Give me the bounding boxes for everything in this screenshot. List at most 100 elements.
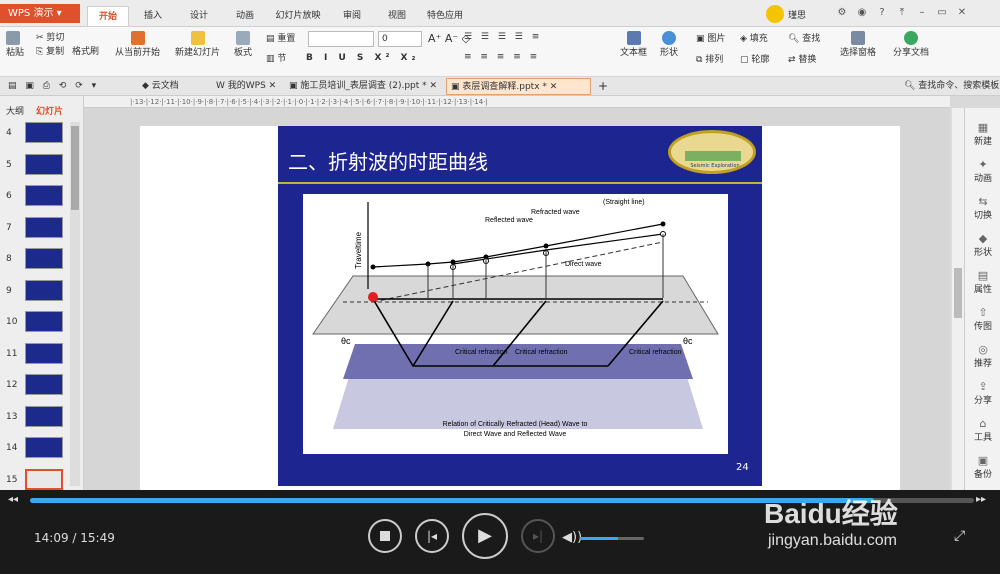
slide-thumbnail[interactable] bbox=[25, 122, 63, 143]
skin-icon[interactable]: ◉ bbox=[852, 7, 872, 18]
tab-slideshow[interactable]: 幻灯片放映 bbox=[270, 6, 326, 26]
outline-button[interactable]: ▢ 轮廓 bbox=[740, 52, 769, 65]
task-pane-item[interactable]: ◎ 推荐 bbox=[965, 343, 1000, 370]
shape-icon bbox=[662, 31, 676, 45]
slide-thumbnail[interactable] bbox=[25, 374, 63, 395]
tab-review[interactable]: 审阅 bbox=[333, 6, 371, 26]
arrange-button[interactable]: ⧉ 排列 bbox=[696, 52, 723, 65]
user-name[interactable]: 瑾思 bbox=[788, 8, 806, 21]
tab-slides[interactable]: 幻灯片 bbox=[36, 104, 63, 117]
slideshow-icon bbox=[130, 31, 145, 45]
fill-label: 填充 bbox=[749, 34, 768, 44]
font-style-buttons[interactable]: B I U S X² X₂ bbox=[306, 53, 419, 63]
replace-button[interactable]: ⇄ 替换 bbox=[788, 52, 816, 65]
doc-tab-training[interactable]: ▣ 施工员培训_表层调查 (2).ppt * ✕ bbox=[285, 78, 441, 95]
task-pane-icon: ▣ bbox=[977, 454, 989, 467]
doc-tab-cloud[interactable]: ◆ 云文档 bbox=[138, 78, 183, 95]
paragraph-buttons[interactable]: ☰ ☰ ☰ ☰ ≡ bbox=[464, 32, 542, 42]
reset-button[interactable]: ▤ 重置 bbox=[266, 31, 295, 44]
thumb-scrollbar[interactable] bbox=[70, 122, 80, 486]
picture-button[interactable]: ▣ 图片 bbox=[696, 31, 725, 44]
canvas-vertical-scrollbar[interactable] bbox=[951, 108, 964, 490]
share-doc-button[interactable]: 分享文档 bbox=[893, 31, 929, 58]
mascot-icon[interactable] bbox=[766, 5, 784, 23]
task-pane-icon: ◎ bbox=[978, 343, 988, 356]
task-pane-item[interactable]: ⌂ 工具 bbox=[965, 418, 1000, 444]
select-pane-label: 选择窗格 bbox=[840, 48, 877, 58]
font-size-select[interactable]: 0 bbox=[378, 31, 422, 47]
refraction-figure[interactable]: Traveltime Reflected wave Refracted wave… bbox=[303, 194, 728, 454]
from-current-button[interactable]: 从当前开始 bbox=[115, 31, 160, 58]
task-pane-item[interactable]: ▤ 属性 bbox=[965, 270, 1000, 296]
stop-button[interactable] bbox=[368, 519, 402, 553]
task-pane-item[interactable]: ▦ 新建 bbox=[965, 121, 1000, 148]
slide-thumbnail[interactable] bbox=[25, 311, 63, 332]
fill-button[interactable]: ◈ 填充 bbox=[740, 31, 768, 44]
help-icon[interactable]: ? bbox=[872, 7, 892, 18]
tab-view[interactable]: 视图 bbox=[378, 6, 416, 26]
slide-thumbnail[interactable] bbox=[25, 437, 63, 458]
tab-animation[interactable]: 动画 bbox=[226, 6, 264, 26]
tab-outline[interactable]: 大纲 bbox=[6, 104, 24, 117]
slide-thumbnail[interactable] bbox=[25, 153, 63, 175]
new-tab-button[interactable]: + bbox=[594, 78, 612, 95]
canvas-scroll-handle[interactable] bbox=[954, 268, 962, 318]
tab-start[interactable]: 开始 bbox=[87, 6, 129, 26]
doc-tab-mywps[interactable]: W 我的WPS ✕ bbox=[212, 78, 280, 95]
task-pane-item[interactable]: ⇧ 传图 bbox=[965, 307, 1000, 333]
doc-tab-active[interactable]: ▣ 表层调查解释.pptx * ✕ bbox=[446, 78, 591, 95]
slide-thumbnail[interactable] bbox=[25, 216, 63, 238]
slide-thumbnail[interactable] bbox=[25, 468, 63, 490]
search-command[interactable]: 🔍︎ 查找命令、搜索模板 bbox=[900, 78, 1000, 95]
task-pane-item[interactable]: ⇪ 分享 bbox=[965, 381, 1000, 407]
slide-title[interactable]: 二、折射波的时距曲线 bbox=[288, 146, 488, 175]
copy-button[interactable]: ⎘ 复制 bbox=[36, 44, 64, 57]
figure-caption-2: Direct Wave and Reflected Wave bbox=[464, 431, 567, 438]
maximize-icon[interactable]: ▭ bbox=[932, 7, 952, 18]
align-buttons[interactable]: ≡ ≡ ≡ ≡ ≡ bbox=[464, 52, 540, 62]
slide-thumbnail[interactable] bbox=[25, 248, 63, 269]
font-name-select[interactable] bbox=[308, 31, 374, 47]
tab-insert[interactable]: 插入 bbox=[134, 6, 172, 26]
play-button[interactable]: ▶ bbox=[462, 513, 508, 559]
slide-thumbnail-number: 10 bbox=[6, 317, 18, 327]
slide-thumbnail[interactable] bbox=[25, 342, 63, 364]
new-slide-button[interactable]: 新建幻灯片 bbox=[175, 31, 220, 58]
slide-thumbnail[interactable] bbox=[25, 279, 63, 301]
task-pane-item[interactable]: ▣ 备份 bbox=[965, 454, 1000, 481]
section-button[interactable]: ▥ 节 bbox=[266, 51, 286, 64]
select-pane-icon bbox=[851, 31, 865, 45]
layout-button[interactable]: 板式 bbox=[234, 31, 252, 58]
slide-thumbnail[interactable] bbox=[25, 185, 63, 206]
minimize-icon[interactable]: – bbox=[912, 7, 932, 18]
task-pane-label: 动画 bbox=[973, 174, 992, 184]
task-pane-label: 推荐 bbox=[973, 359, 992, 369]
close-icon[interactable]: ✕ bbox=[952, 7, 972, 18]
shape-button[interactable]: 形状 bbox=[660, 31, 678, 58]
task-pane-item[interactable]: ✦ 动画 bbox=[965, 159, 1000, 185]
previous-button[interactable]: |◂ bbox=[415, 519, 449, 553]
settings-icon[interactable]: ⚙ bbox=[832, 7, 852, 18]
paste-button[interactable]: 粘贴 bbox=[6, 31, 24, 58]
format-painter-button[interactable]: 格式刷 bbox=[72, 44, 99, 57]
text-box-button[interactable]: 文本框 bbox=[620, 31, 647, 58]
restore-icon[interactable]: ⤒ bbox=[892, 7, 912, 18]
current-slide[interactable]: 二、折射波的时距曲线 Seismic Exploration Traveltim… bbox=[278, 126, 762, 486]
task-pane-item[interactable]: ⇆ 切换 bbox=[965, 196, 1000, 222]
next-button[interactable]: ▸| bbox=[521, 519, 555, 553]
thumb-scrollbar-handle[interactable] bbox=[71, 126, 79, 210]
select-pane-button[interactable]: 选择窗格 bbox=[840, 31, 876, 58]
slide-thumbnail[interactable] bbox=[25, 405, 63, 427]
cut-button[interactable]: ✂ 剪切 bbox=[36, 30, 64, 43]
task-pane-item[interactable]: ◆ 形状 bbox=[965, 233, 1000, 259]
app-menu-button[interactable]: WPS 演示 ▾ bbox=[0, 4, 80, 23]
rewind-icon[interactable]: ◂◂ bbox=[8, 494, 18, 505]
quick-access-toolbar[interactable]: ▤ ▣ ⎙ ⟲ ⟳ ▾ bbox=[4, 78, 103, 95]
volume-slider[interactable] bbox=[580, 537, 644, 540]
task-pane-icon: ▦ bbox=[977, 121, 989, 134]
label-theta-c-left: θc bbox=[341, 336, 351, 346]
tab-design[interactable]: 设计 bbox=[180, 6, 218, 26]
tab-special[interactable]: 特色应用 bbox=[422, 6, 468, 26]
picture-label: 图片 bbox=[707, 34, 726, 44]
find-button[interactable]: 🔍︎ 查找 bbox=[788, 31, 820, 44]
